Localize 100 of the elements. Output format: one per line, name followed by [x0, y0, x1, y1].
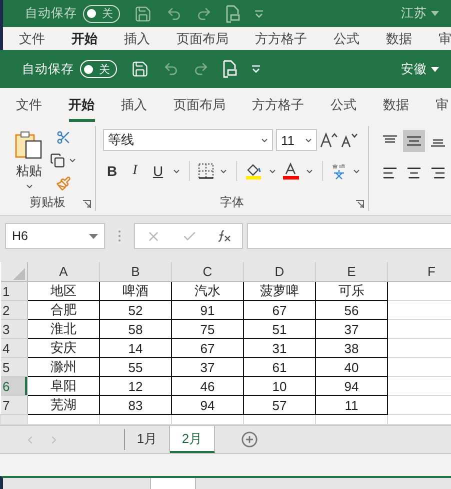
add-sheet-icon[interactable] — [241, 431, 258, 448]
table-cell: 94 — [316, 376, 388, 396]
ribbon-tab[interactable]: 审 — [438, 27, 451, 50]
triangle-icon — [13, 268, 25, 280]
table-cell: 46 — [172, 376, 244, 396]
middle-align-button[interactable] — [403, 130, 425, 152]
row-header[interactable]: 7 — [0, 396, 28, 414]
table-cell: 55 — [100, 358, 172, 376]
drag-handle-icon[interactable] — [118, 230, 121, 242]
table-cell: 40 — [316, 358, 388, 376]
autosave-label: 自动保存 — [25, 5, 77, 22]
decrease-font-icon[interactable] — [341, 132, 359, 148]
table-cell: 汽水 — [172, 282, 244, 300]
format-painter-icon[interactable] — [56, 176, 71, 191]
italic-button[interactable]: I — [126, 163, 144, 179]
table-cell: 37 — [172, 358, 244, 376]
table-cell: 31 — [244, 338, 316, 358]
table-cell: 37 — [316, 320, 388, 338]
caret-icon[interactable] — [431, 66, 439, 72]
sheet-tab[interactable]: 2月 — [170, 426, 215, 453]
row-header[interactable]: 4 — [0, 338, 28, 358]
table-cell: 75 — [172, 320, 244, 338]
table-cell: 阜阳 — [28, 376, 100, 396]
row-header[interactable]: 3 — [0, 320, 28, 338]
column-header[interactable]: E — [316, 262, 388, 282]
copy-icon[interactable] — [50, 153, 65, 168]
table-cell: 芜湖 — [28, 396, 100, 414]
group-label: 字体 — [220, 194, 244, 210]
ribbon-tab[interactable]: 插入 — [124, 27, 150, 50]
print-preview-icon[interactable] — [226, 4, 240, 22]
caret-icon[interactable] — [431, 11, 439, 16]
align-center-icon — [406, 165, 422, 181]
table-cell: 安庆 — [28, 338, 100, 358]
column-header[interactable]: D — [244, 262, 316, 282]
autosave-toggle[interactable]: 关 — [80, 60, 117, 78]
ribbon-tab[interactable]: 方方格子 — [255, 27, 307, 50]
table-cell: 合肥 — [28, 300, 100, 320]
increase-font-icon[interactable] — [320, 132, 338, 148]
ribbon-tab[interactable]: 公式 — [330, 88, 356, 122]
bold-button[interactable]: B — [103, 163, 121, 179]
underline-button[interactable]: U — [149, 163, 167, 179]
ribbon-tab[interactable]: 审 — [436, 88, 448, 122]
group-label: 剪贴板 — [30, 194, 66, 210]
ribbon-tab[interactable]: 页面布局 — [176, 27, 228, 50]
table-cell: 啤酒 — [100, 282, 172, 300]
location-dropdown[interactable]: 江苏 — [401, 5, 439, 22]
location-dropdown[interactable]: 安徽 — [401, 60, 439, 78]
column-header[interactable]: B — [100, 262, 172, 282]
table-cell: 10 — [244, 376, 316, 396]
table-cell: 91 — [172, 300, 244, 320]
font-size-field[interactable]: 11 — [276, 129, 317, 151]
formula-field[interactable] — [247, 223, 451, 249]
table-cell: 12 — [100, 376, 172, 396]
table-cell: 94 — [172, 396, 244, 414]
table-cell: 14 — [100, 338, 172, 358]
caret-icon — [24, 182, 34, 191]
insert-function-icon[interactable] — [218, 230, 232, 242]
font-name-field[interactable]: 等线 — [103, 129, 273, 151]
ribbon-tab[interactable]: 公式 — [334, 27, 360, 50]
table-cell: 58 — [100, 320, 172, 338]
ribbon-tab[interactable]: 文件 — [19, 27, 45, 50]
row-header[interactable]: 5 — [0, 358, 28, 376]
phonetic-guide-icon[interactable] — [331, 162, 347, 180]
lines-icon — [407, 135, 421, 147]
autosave-toggle[interactable]: 关 — [83, 4, 120, 22]
ribbon-tab[interactable]: 插入 — [121, 88, 147, 122]
table-cell: 菠萝啤 — [244, 282, 316, 300]
table-cell: 52 — [100, 300, 172, 320]
caret-icon[interactable] — [68, 156, 77, 165]
ribbon-tab[interactable]: 文件 — [16, 88, 42, 122]
table-cell: 可乐 — [316, 282, 388, 300]
cut-icon[interactable] — [56, 130, 71, 145]
align-left-icon — [382, 165, 398, 181]
table-cell: 61 — [244, 358, 316, 376]
table-cell: 38 — [316, 338, 388, 358]
customize-icon[interactable] — [254, 8, 264, 18]
table-cell: 67 — [244, 300, 316, 320]
ribbon-tab[interactable]: 开始 — [72, 27, 98, 50]
dialog-launcher-icon[interactable] — [83, 200, 91, 208]
ribbon-tab[interactable]: 数据 — [383, 88, 409, 122]
dropdown-icon[interactable] — [89, 234, 98, 238]
row-header[interactable]: 1 — [0, 282, 28, 300]
column-header[interactable]: F — [388, 262, 451, 282]
borders-icon[interactable] — [198, 163, 214, 179]
column-header[interactable]: C — [172, 262, 244, 282]
ribbon-tab[interactable]: 方方格子 — [252, 88, 304, 122]
table-cell: 淮北 — [28, 320, 100, 338]
ribbon-tab[interactable]: 数据 — [386, 27, 412, 50]
row-header[interactable]: 2 — [0, 300, 28, 320]
clipboard-icon — [14, 130, 44, 160]
dialog-launcher-icon[interactable] — [356, 200, 364, 208]
font-color-icon[interactable] — [282, 162, 300, 180]
paste-button[interactable]: 粘贴 — [0, 126, 50, 193]
align-right-icon — [430, 165, 446, 181]
row-header[interactable]: 6 — [0, 376, 28, 396]
fill-color-icon[interactable] — [245, 162, 263, 180]
save-icon[interactable] — [134, 4, 152, 22]
ribbon-tab[interactable]: 页面布局 — [174, 88, 226, 122]
name-box[interactable]: H6 — [5, 223, 105, 249]
column-header[interactable]: A — [28, 262, 100, 282]
